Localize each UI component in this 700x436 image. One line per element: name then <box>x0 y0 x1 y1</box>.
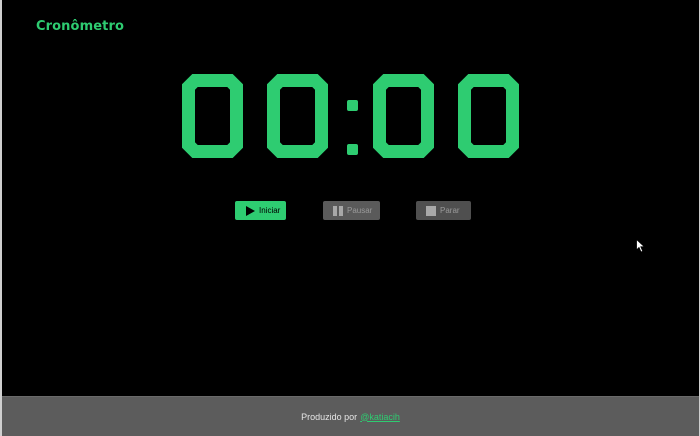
timer-display: 00:00 <box>177 74 529 158</box>
colon-separator <box>347 100 358 155</box>
digit-seconds-ones <box>458 74 519 158</box>
play-icon <box>245 205 255 216</box>
footer-text: Produzido por <box>301 411 358 422</box>
pause-button-label: Pausar <box>347 206 373 215</box>
app-window: Cronômetro 00:00 <box>0 0 700 436</box>
timer-digits: 00:00 <box>182 74 519 158</box>
timer-controls: Iniciar Pausar Parar <box>2 201 700 221</box>
start-button-label: Iniciar <box>259 206 281 215</box>
mouse-cursor-icon <box>636 238 646 253</box>
stop-button-label: Parar <box>440 206 460 215</box>
digit-minutes-ones <box>267 74 328 158</box>
start-button[interactable]: Iniciar <box>235 201 286 220</box>
author-link[interactable]: @katiacih <box>360 412 400 422</box>
pause-button[interactable]: Pausar <box>323 201 380 220</box>
footer: Produzido por @katiacih <box>2 396 699 436</box>
digit-seconds-tens <box>373 74 434 158</box>
stop-icon <box>426 205 436 216</box>
app-title: Cronômetro <box>36 19 124 34</box>
pause-icon <box>333 205 343 216</box>
stop-button[interactable]: Parar <box>416 201 471 220</box>
digit-minutes-tens <box>182 74 243 158</box>
